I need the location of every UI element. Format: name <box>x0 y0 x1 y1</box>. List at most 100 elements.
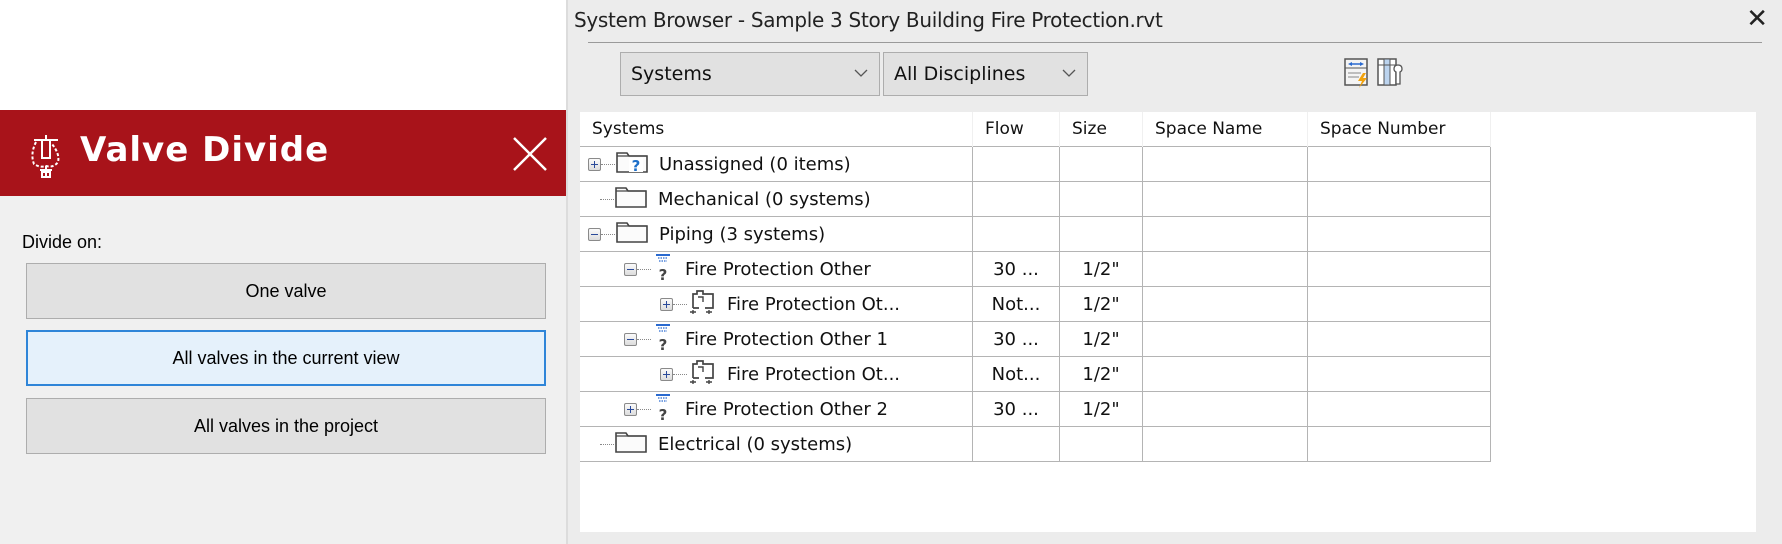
expand-icon[interactable] <box>660 367 673 381</box>
tree-node-label: Fire Protection Ot... <box>727 293 901 315</box>
valve-divide-dialog: Valve Divide Divide on: One valve All va… <box>0 110 568 544</box>
all-valves-current-view-button[interactable]: All valves in the current view <box>26 330 546 386</box>
tree-row[interactable]: Electrical (0 systems) <box>580 426 1491 462</box>
chevron-down-icon <box>854 69 868 77</box>
tree-row[interactable]: ? Fire Protection Other 1 30 ... 1/2" <box>580 321 1491 357</box>
cell-size <box>1059 146 1143 182</box>
tree-connector <box>673 303 687 305</box>
tree-node-label: Electrical (0 systems) <box>658 433 853 455</box>
collapse-icon[interactable] <box>624 332 637 346</box>
tree-node-label: Fire Protection Other 2 <box>685 398 888 420</box>
collapse-icon[interactable] <box>588 227 601 241</box>
column-header-systems[interactable]: Systems <box>580 112 973 147</box>
cell-flow <box>972 181 1060 217</box>
close-button[interactable]: ✕ <box>1746 4 1768 34</box>
cell-space-number <box>1307 251 1491 287</box>
unassigned-folder-icon: ? <box>615 150 649 179</box>
column-settings-icon[interactable] <box>1376 55 1404 89</box>
tree-cell-name[interactable]: Electrical (0 systems) <box>580 426 973 462</box>
cell-size: 1/2" <box>1059 251 1143 287</box>
tree-cell-name[interactable]: ? Fire Protection Other 1 <box>580 321 973 357</box>
cell-flow <box>972 426 1060 462</box>
tree-row[interactable]: Mechanical (0 systems) <box>580 181 1491 217</box>
cell-size: 1/2" <box>1059 286 1143 322</box>
column-header-size[interactable]: Size <box>1059 112 1143 147</box>
tree-cell-name[interactable]: Fire Protection Ot... <box>580 356 973 392</box>
cell-flow <box>972 216 1060 252</box>
folder-icon <box>614 430 648 459</box>
svg-text:?: ? <box>632 157 641 174</box>
expand-icon[interactable] <box>588 157 601 171</box>
tree-row[interactable]: ? Unassigned (0 items) <box>580 146 1491 182</box>
collapse-icon[interactable] <box>624 262 637 276</box>
expand-icon[interactable] <box>660 297 673 311</box>
cell-size: 1/2" <box>1059 356 1143 392</box>
svg-text:?: ? <box>659 406 668 422</box>
tree-row[interactable]: ? Fire Protection Other 2 30 ... 1/2" <box>580 391 1491 427</box>
system-browser-window: System Browser - Sample 3 Story Building… <box>566 0 1782 544</box>
pipe-network-icon <box>687 288 717 321</box>
tree-cell-name[interactable]: ? Fire Protection Other <box>580 251 973 287</box>
cell-space-name <box>1142 251 1308 287</box>
cell-size: 1/2" <box>1059 391 1143 427</box>
cell-space-number <box>1307 391 1491 427</box>
expand-icon[interactable] <box>624 402 637 416</box>
autofit-columns-icon[interactable] <box>1343 55 1371 89</box>
cell-flow: 30 ... <box>972 321 1060 357</box>
cell-size: 1/2" <box>1059 321 1143 357</box>
dialog-title: Valve Divide <box>80 130 330 170</box>
tree-node-label: Fire Protection Ot... <box>727 363 901 385</box>
tree-cell-name[interactable]: Fire Protection Ot... <box>580 286 973 322</box>
column-header-flow[interactable]: Flow <box>972 112 1060 147</box>
column-header-space-number[interactable]: Space Number <box>1307 112 1491 147</box>
tree-connector <box>637 338 651 340</box>
cell-space-number <box>1307 426 1491 462</box>
valve-logo-icon <box>31 135 60 178</box>
cell-space-number <box>1307 321 1491 357</box>
cell-space-name <box>1142 391 1308 427</box>
column-header-space-name[interactable]: Space Name <box>1142 112 1308 147</box>
tree-node-label: Fire Protection Other <box>685 258 871 280</box>
view-select[interactable]: Systems <box>620 52 880 96</box>
svg-text:?: ? <box>659 266 668 282</box>
systems-tree-grid[interactable]: Systems Flow Size Space Name Space Numbe… <box>580 112 1756 532</box>
divide-on-label: Divide on: <box>22 232 103 252</box>
folder-icon <box>615 220 649 249</box>
tree-row[interactable]: Fire Protection Ot... Not... 1/2" <box>580 286 1491 322</box>
tree-node-label: Unassigned (0 items) <box>659 153 851 175</box>
tree-connector <box>600 198 614 200</box>
cell-flow: 30 ... <box>972 391 1060 427</box>
tree-row[interactable]: Fire Protection Ot... Not... 1/2" <box>580 356 1491 392</box>
discipline-select[interactable]: All Disciplines <box>883 52 1088 96</box>
all-valves-project-button[interactable]: All valves in the project <box>26 398 546 454</box>
cell-flow: Not... <box>972 286 1060 322</box>
tree-connector <box>601 163 615 165</box>
cell-space-name <box>1142 356 1308 392</box>
tree-cell-name[interactable]: ? Fire Protection Other 2 <box>580 391 973 427</box>
view-select-value: Systems <box>631 63 712 85</box>
dialog-header: Valve Divide <box>0 110 568 196</box>
folder-icon <box>614 185 648 214</box>
tree-connector <box>637 268 651 270</box>
one-valve-button[interactable]: One valve <box>26 263 546 319</box>
discipline-select-value: All Disciplines <box>894 63 1026 85</box>
tree-row[interactable]: Piping (3 systems) <box>580 216 1491 252</box>
cell-flow <box>972 146 1060 182</box>
tree-row[interactable]: ? Fire Protection Other 30 ... 1/2" <box>580 251 1491 287</box>
cell-space-name <box>1142 321 1308 357</box>
cell-space-name <box>1142 426 1308 462</box>
sprinkler-system-icon: ? <box>651 392 675 427</box>
close-icon[interactable] <box>508 132 552 176</box>
cell-flow: Not... <box>972 356 1060 392</box>
tree-cell-name[interactable]: ? Unassigned (0 items) <box>580 146 973 182</box>
chevron-down-icon <box>1062 69 1076 77</box>
cell-space-name <box>1142 286 1308 322</box>
window-title: System Browser - Sample 3 Story Building… <box>574 8 1163 32</box>
tree-connector <box>600 443 614 445</box>
sprinkler-system-icon: ? <box>651 322 675 357</box>
sprinkler-system-icon: ? <box>651 252 675 287</box>
tree-cell-name[interactable]: Piping (3 systems) <box>580 216 973 252</box>
tree-cell-name[interactable]: Mechanical (0 systems) <box>580 181 973 217</box>
svg-text:?: ? <box>659 336 668 352</box>
systems-table: Systems Flow Size Space Name Space Numbe… <box>580 112 1491 462</box>
